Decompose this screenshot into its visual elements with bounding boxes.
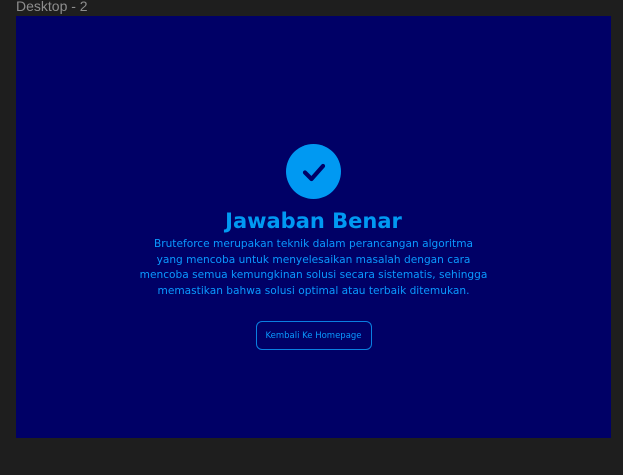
back-to-homepage-button[interactable]: Kembali Ke Homepage xyxy=(255,321,372,351)
result-description: Bruteforce merupakan teknik dalam peranc… xyxy=(134,237,494,299)
description-line: memastikan bahwa solusi optimal atau ter… xyxy=(157,284,470,297)
desktop-frame: Jawaban Benar Bruteforce merupakan tekni… xyxy=(16,16,611,438)
description-line: yang mencoba untuk menyelesaikan masalah… xyxy=(156,253,471,266)
result-panel: Jawaban Benar Bruteforce merupakan tekni… xyxy=(16,144,611,351)
description-line: Bruteforce merupakan teknik dalam peranc… xyxy=(153,238,474,250)
checkmark-icon xyxy=(302,163,325,181)
description-line: mencoba semua kemungkinan solusi secara … xyxy=(139,269,488,282)
result-title: Jawaban Benar xyxy=(225,209,402,233)
frame-label[interactable]: Desktop - 2 xyxy=(16,0,88,14)
check-circle-icon xyxy=(286,144,341,199)
